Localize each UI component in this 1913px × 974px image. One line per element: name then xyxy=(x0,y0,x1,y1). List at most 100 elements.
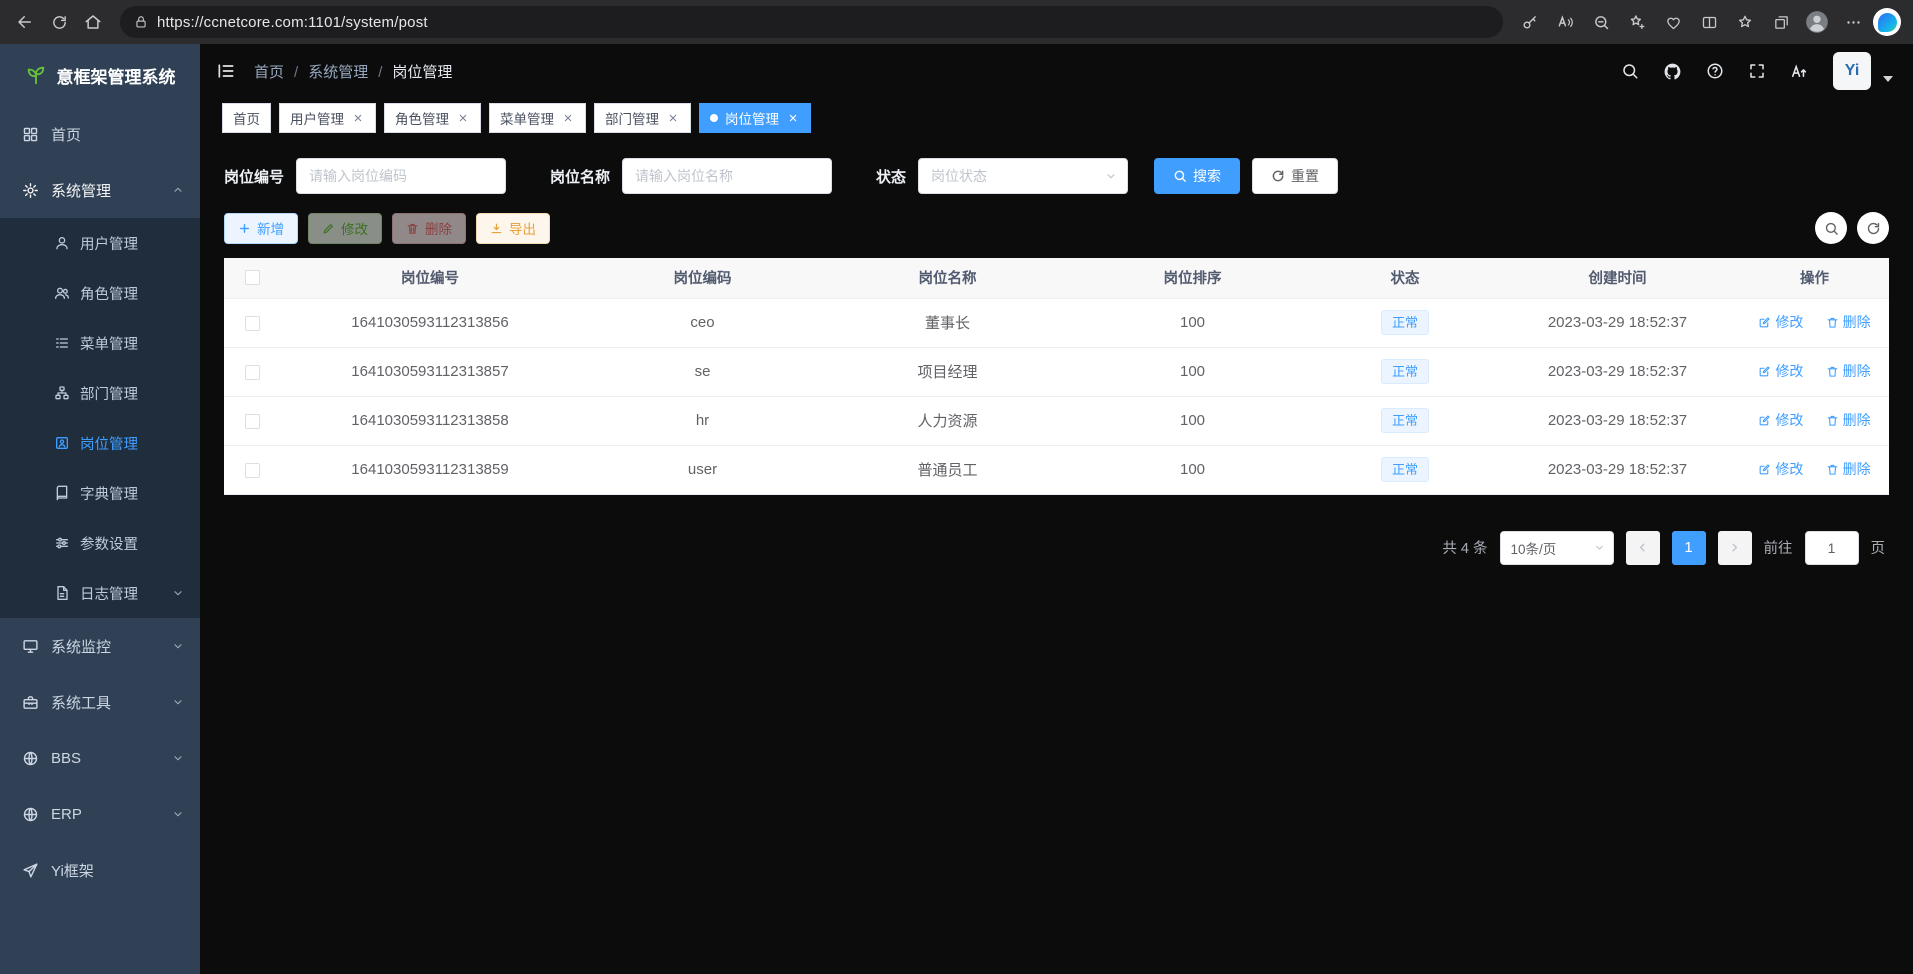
app-logo: 意框架管理系统 xyxy=(0,44,200,106)
row-edit-link[interactable]: 修改 xyxy=(1758,410,1803,430)
sidebar-item-user-mgmt[interactable]: 用户管理 xyxy=(0,218,200,268)
status-badge: 正常 xyxy=(1381,408,1429,433)
search-icon[interactable] xyxy=(1621,62,1639,80)
cell-post-sort: 100 xyxy=(1070,445,1315,494)
row-checkbox[interactable] xyxy=(245,316,260,331)
github-icon[interactable] xyxy=(1663,62,1682,81)
sidebar-item-param-settings[interactable]: 参数设置 xyxy=(0,518,200,568)
app-title: 意框架管理系统 xyxy=(57,63,176,88)
row-edit-link[interactable]: 修改 xyxy=(1758,459,1803,479)
post-name-input[interactable] xyxy=(622,158,832,194)
reset-button[interactable]: 重置 xyxy=(1252,158,1338,194)
add-button[interactable]: 新增 xyxy=(224,213,298,244)
tab-role-mgmt[interactable]: 角色管理 xyxy=(384,103,481,133)
favorites-icon[interactable] xyxy=(1729,6,1761,38)
close-tab-icon[interactable] xyxy=(351,111,365,125)
tab-home[interactable]: 首页 xyxy=(222,103,271,133)
post-table: 岗位编号 岗位编码 岗位名称 岗位排序 状态 创建时间 操作 164103059… xyxy=(224,258,1889,495)
header-actions: Yi xyxy=(1621,52,1893,90)
sidebar-item-label: 日志管理 xyxy=(80,583,138,604)
search-form: 岗位编号 岗位名称 状态 岗位状态 搜索 xyxy=(224,158,1889,194)
close-tab-icon[interactable] xyxy=(786,111,800,125)
row-checkbox[interactable] xyxy=(245,463,260,478)
sidebar-item-dept-mgmt[interactable]: 部门管理 xyxy=(0,368,200,418)
address-bar[interactable]: https://ccnetcore.com:1101/system/post xyxy=(120,6,1503,38)
row-edit-link[interactable]: 修改 xyxy=(1758,312,1803,332)
status-select[interactable]: 岗位状态 xyxy=(918,158,1128,194)
profile-avatar-icon[interactable] xyxy=(1801,6,1833,38)
tab-dept-mgmt[interactable]: 部门管理 xyxy=(594,103,691,133)
close-tab-icon[interactable] xyxy=(456,111,470,125)
tab-label: 岗位管理 xyxy=(725,108,779,128)
sidebar-toggle-icon[interactable] xyxy=(216,61,236,81)
sidebar-item-system-tools[interactable]: 系统工具 xyxy=(0,674,200,730)
post-name-label: 岗位名称 xyxy=(550,166,610,187)
system-submenu: 用户管理 角色管理 菜单管理 部门管理 岗位管理 字典管理 xyxy=(0,218,200,618)
help-icon[interactable] xyxy=(1706,62,1724,80)
add-favorite-icon[interactable] xyxy=(1621,6,1653,38)
close-tab-icon[interactable] xyxy=(666,111,680,125)
cell-post-name: 人力资源 xyxy=(825,396,1070,445)
breadcrumb-home[interactable]: 首页 xyxy=(254,61,308,82)
sidebar-item-post-mgmt[interactable]: 岗位管理 xyxy=(0,418,200,468)
trash-icon xyxy=(1826,463,1839,476)
close-tab-icon[interactable] xyxy=(561,111,575,125)
sidebar-item-system-mgmt[interactable]: 系统管理 xyxy=(0,162,200,218)
row-edit-link[interactable]: 修改 xyxy=(1758,361,1803,381)
browser-refresh-button[interactable] xyxy=(42,5,76,39)
tab-menu-mgmt[interactable]: 菜单管理 xyxy=(489,103,586,133)
sidebar-item-menu-mgmt[interactable]: 菜单管理 xyxy=(0,318,200,368)
sidebar-item-log-mgmt[interactable]: 日志管理 xyxy=(0,568,200,618)
select-all-checkbox[interactable] xyxy=(245,270,260,285)
tab-post-mgmt[interactable]: 岗位管理 xyxy=(699,103,811,133)
row-delete-link[interactable]: 删除 xyxy=(1826,361,1871,381)
sidebar-item-erp[interactable]: ERP xyxy=(0,786,200,842)
split-screen-icon[interactable] xyxy=(1693,6,1725,38)
page-number-button[interactable]: 1 xyxy=(1672,531,1706,565)
sidebar-item-role-mgmt[interactable]: 角色管理 xyxy=(0,268,200,318)
next-page-button[interactable] xyxy=(1718,531,1752,565)
user-avatar[interactable]: Yi xyxy=(1833,52,1871,90)
row-delete-link[interactable]: 删除 xyxy=(1826,312,1871,332)
sidebar-item-bbs[interactable]: BBS xyxy=(0,730,200,786)
post-code-input[interactable] xyxy=(296,158,506,194)
export-button[interactable]: 导出 xyxy=(476,213,550,244)
fullscreen-icon[interactable] xyxy=(1748,62,1766,80)
password-key-icon[interactable] xyxy=(1513,6,1545,38)
chevron-down-icon xyxy=(172,808,184,820)
row-delete-link[interactable]: 删除 xyxy=(1826,410,1871,430)
edit-button[interactable]: 修改 xyxy=(308,213,382,244)
browser-essentials-icon[interactable] xyxy=(1657,6,1689,38)
page-size-select[interactable]: 10条/页 xyxy=(1500,531,1614,565)
browser-home-button[interactable] xyxy=(76,5,110,39)
sidebar-item-system-monitor[interactable]: 系统监控 xyxy=(0,618,200,674)
refresh-table-button[interactable] xyxy=(1857,212,1889,244)
prev-page-button[interactable] xyxy=(1626,531,1660,565)
sidebar-item-dict-mgmt[interactable]: 字典管理 xyxy=(0,468,200,518)
globe-icon xyxy=(22,806,39,823)
sidebar-item-home[interactable]: 首页 xyxy=(0,106,200,162)
tab-user-mgmt[interactable]: 用户管理 xyxy=(279,103,376,133)
browser-back-button[interactable] xyxy=(8,5,42,39)
font-size-icon[interactable] xyxy=(1790,62,1809,81)
breadcrumb-system-mgmt[interactable]: 系统管理 xyxy=(308,61,392,82)
sidebar-item-label: 首页 xyxy=(51,124,81,145)
row-checkbox[interactable] xyxy=(245,414,260,429)
zoom-out-icon[interactable] xyxy=(1585,6,1617,38)
copilot-icon[interactable] xyxy=(1873,8,1901,36)
toggle-search-button[interactable] xyxy=(1815,212,1847,244)
search-button[interactable]: 搜索 xyxy=(1154,158,1240,194)
row-checkbox[interactable] xyxy=(245,365,260,380)
goto-page-input[interactable] xyxy=(1805,531,1859,565)
header-post-id: 岗位编号 xyxy=(280,258,580,298)
collections-icon[interactable] xyxy=(1765,6,1797,38)
sidebar-item-yi-framework[interactable]: Yi框架 xyxy=(0,842,200,898)
row-delete-link[interactable]: 删除 xyxy=(1826,459,1871,479)
search-button-label: 搜索 xyxy=(1193,166,1221,186)
delete-button[interactable]: 删除 xyxy=(392,213,466,244)
read-aloud-icon[interactable] xyxy=(1549,6,1581,38)
caret-down-icon[interactable] xyxy=(1883,76,1893,82)
browser-toolbar: https://ccnetcore.com:1101/system/post xyxy=(0,0,1913,44)
browser-menu-icon[interactable] xyxy=(1837,6,1869,38)
tab-label: 用户管理 xyxy=(290,108,344,128)
